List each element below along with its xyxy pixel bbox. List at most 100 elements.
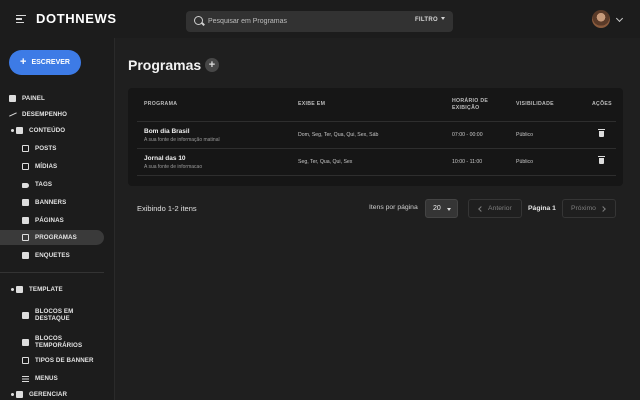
sidebar-item-label: GERENCIAR: [29, 390, 68, 398]
items-count: Exibindo 1-2 itens: [137, 204, 197, 213]
program-time: 10:00 - 11:00: [452, 159, 483, 165]
sidebar-item-label: MENUS: [35, 374, 58, 382]
media-icon: [22, 163, 29, 170]
sidebar-item-label: MÍDIAS: [35, 162, 58, 170]
top-bar: DOTHNEWS FILTRO: [0, 0, 640, 38]
items-per-page-label: Itens por página: [369, 204, 418, 211]
sidebar-item-label: PROGRAMAS: [35, 233, 77, 241]
plus-icon: +: [208, 58, 216, 71]
sidebar-item-label: CONTEÚDO: [29, 126, 66, 134]
chevron-down-icon: [447, 208, 451, 211]
search-bar[interactable]: FILTRO: [186, 11, 453, 32]
programs-icon: [22, 234, 29, 241]
sidebar-item-label: POSTS: [35, 144, 57, 152]
sidebar-item-label: TEMPLATE: [29, 285, 63, 293]
chevron-down-icon[interactable]: [615, 14, 624, 23]
program-title[interactable]: Jornal das 10: [144, 155, 186, 162]
sidebar-item-tipos-de-banner[interactable]: TIPOS DE BANNER: [0, 353, 104, 368]
sidebar-item-blocos-temporarios[interactable]: BLOCOS TEMPORÁRIOS: [0, 331, 104, 353]
write-label: ESCREVER: [31, 59, 70, 66]
sidebar-item-programas[interactable]: PROGRAMAS: [0, 230, 104, 245]
plus-icon: +: [20, 56, 27, 68]
program-visibility: Público: [516, 159, 534, 165]
next-page-button[interactable]: Próximo: [562, 199, 616, 218]
chevron-right-icon: [600, 205, 606, 212]
sidebar-item-label: ENQUETES: [35, 251, 70, 259]
add-program-button[interactable]: +: [205, 58, 219, 72]
table-row[interactable]: Jornal das 10 A sua fonte de informacao …: [137, 149, 616, 176]
sidebar-item-label: PÁGINAS: [35, 216, 64, 224]
chevron-left-icon: [478, 205, 484, 212]
sidebar-divider: [0, 272, 104, 273]
program-days: Seg, Ter, Qua, Qui, Sex: [298, 159, 353, 165]
programs-table: PROGRAMA EXIBE EM HORÁRIO DE EXIBIÇÃO VI…: [128, 88, 623, 186]
sidebar-item-conteudo[interactable]: CONTEÚDO: [0, 123, 104, 138]
program-subtitle: A sua fonte de informacao: [144, 164, 203, 170]
previous-page-button[interactable]: Anterior: [468, 199, 522, 218]
expand-dot-icon: [11, 129, 14, 132]
trash-icon[interactable]: [598, 156, 605, 164]
sidebar-item-posts[interactable]: POSTS: [0, 141, 104, 156]
search-icon: [194, 16, 203, 25]
search-input[interactable]: [208, 14, 388, 29]
column-header-visibilidade[interactable]: VISIBILIDADE: [516, 101, 554, 108]
current-page: Página 1: [528, 205, 556, 212]
sidebar-item-desempenho[interactable]: DESEMPENHO: [0, 107, 104, 122]
banner-icon: [22, 199, 29, 206]
poll-icon: [22, 252, 29, 259]
trending-icon: [9, 111, 16, 118]
filter-button[interactable]: FILTRO: [415, 17, 445, 23]
pages-icon: [22, 217, 29, 224]
previous-label: Anterior: [488, 205, 512, 212]
dashboard-icon: [9, 95, 16, 102]
sidebar-item-tags[interactable]: TAGS: [0, 177, 104, 192]
trash-icon[interactable]: [598, 129, 605, 137]
sidebar-item-gerenciar[interactable]: GERENCIAR: [0, 387, 104, 400]
sidebar-item-label: BLOCOS EM DESTAQUE: [35, 307, 74, 323]
expand-dot-icon: [11, 288, 14, 291]
sidebar-item-label: DESEMPENHO: [22, 110, 68, 118]
program-subtitle: A sua fonte de informação matinal: [144, 137, 220, 143]
sidebar-item-midias[interactable]: MÍDIAS: [0, 159, 104, 174]
next-label: Próximo: [571, 205, 596, 212]
sidebar-item-paginas[interactable]: PÁGINAS: [0, 213, 104, 228]
column-header-programa[interactable]: PROGRAMA: [144, 101, 177, 108]
sidebar-item-label: BANNERS: [35, 198, 67, 206]
program-title[interactable]: Bom dia Brasil: [144, 128, 190, 135]
program-time: 07:00 - 00:00: [452, 132, 483, 138]
sidebar-item-template[interactable]: TEMPLATE: [0, 282, 104, 297]
page-title: Programas: [128, 57, 202, 73]
sidebar-item-label: TAGS: [35, 180, 53, 188]
tag-icon: [22, 182, 29, 188]
app-logo[interactable]: DOTHNEWS: [36, 11, 117, 26]
sidebar: + ESCREVER PAINEL DESEMPENHO CONTEÚDO POS…: [0, 38, 115, 400]
items-per-page-select[interactable]: 20: [425, 199, 458, 218]
menus-icon: [22, 375, 29, 383]
banner-types-icon: [22, 357, 29, 364]
sidebar-item-label: BLOCOS TEMPORÁRIOS: [35, 334, 83, 350]
column-header-horario[interactable]: HORÁRIO DE EXIBIÇÃO: [452, 98, 492, 112]
sidebar-item-banners[interactable]: BANNERS: [0, 195, 104, 210]
expand-dot-icon: [11, 393, 14, 396]
table-row[interactable]: Bom dia Brasil A sua fonte de informação…: [137, 122, 616, 149]
write-button[interactable]: + ESCREVER: [9, 50, 81, 75]
template-icon: [16, 286, 23, 293]
sidebar-item-painel[interactable]: PAINEL: [0, 91, 104, 106]
program-visibility: Público: [516, 132, 534, 138]
items-per-page-value: 20: [433, 205, 441, 212]
manage-icon: [16, 391, 23, 398]
menu-icon[interactable]: [16, 15, 26, 24]
sidebar-item-enquetes[interactable]: ENQUETES: [0, 248, 104, 263]
content-icon: [16, 127, 23, 134]
sidebar-item-blocos-em-destaque[interactable]: BLOCOS EM DESTAQUE: [0, 304, 104, 326]
filter-label: FILTRO: [414, 17, 438, 23]
chevron-down-icon: [441, 17, 445, 20]
temporary-blocks-icon: [22, 338, 29, 346]
featured-blocks-icon: [22, 311, 29, 319]
avatar[interactable]: [592, 10, 610, 28]
sidebar-item-menus[interactable]: MENUS: [0, 371, 104, 386]
program-days: Dom, Seg, Ter, Qua, Qui, Sex, Sáb: [298, 132, 379, 138]
column-header-exibe-em[interactable]: EXIBE EM: [298, 101, 325, 108]
column-header-acoes: AÇÕES: [592, 101, 612, 107]
sidebar-item-label: PAINEL: [22, 94, 45, 102]
